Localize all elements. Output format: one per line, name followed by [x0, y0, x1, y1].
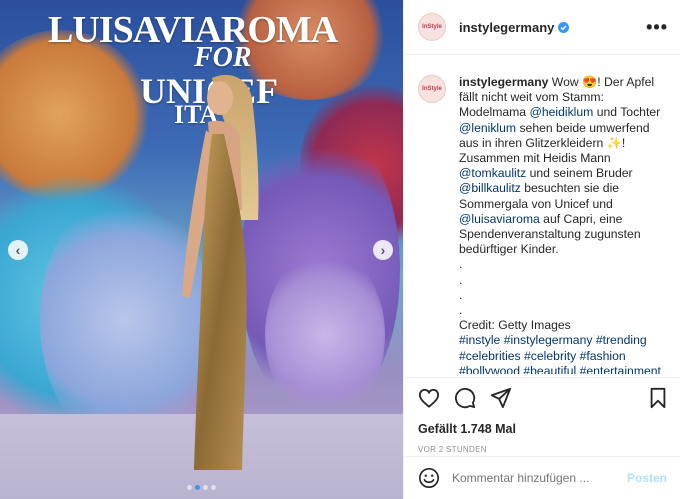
comment-input[interactable] [452, 471, 627, 485]
avatar-text: InStyle [422, 86, 442, 92]
caption-username[interactable]: instylegermany [459, 75, 548, 89]
more-options-icon[interactable]: ••• [646, 17, 668, 38]
bookmark-icon[interactable] [649, 387, 667, 409]
avatar[interactable]: InStyle [418, 13, 446, 41]
mention-billkaulitz[interactable]: @billkaulitz [459, 181, 521, 195]
carousel-dot [211, 485, 216, 490]
carousel-dot [195, 485, 200, 490]
caption-segment: und seinem Bruder [526, 166, 636, 181]
mention-heidiklum[interactable]: @heidiklum [529, 105, 593, 119]
comment-bar: Posten [404, 456, 680, 499]
post-comment-button[interactable]: Posten [627, 471, 667, 485]
caption-text: instylegermany Wow 😍! Der Apfel fällt ni… [459, 75, 667, 374]
action-icons [418, 386, 667, 410]
caption-segment: und Tochter [593, 105, 664, 120]
avatar-text: InStyle [422, 24, 442, 30]
comment-icon[interactable] [454, 387, 476, 409]
carousel-next-button[interactable]: › [373, 240, 393, 260]
post-side-panel: InStyle instylegermany ••• InStyle insty… [403, 0, 680, 499]
post-photo[interactable]: LUISAVIAROMA FOR UNICEF ITA ‹ › [0, 0, 403, 499]
username-link[interactable]: instylegermany [459, 20, 554, 35]
carousel-prev-button[interactable]: ‹ [8, 240, 28, 260]
verified-badge-icon [558, 21, 570, 33]
flower-wall-lavender-right [265, 250, 385, 420]
mention-luisaviaroma[interactable]: @luisaviaroma [459, 212, 540, 226]
share-icon[interactable] [490, 387, 512, 409]
hashtag-list[interactable]: #instyle #instylegermany #trending #cele… [459, 333, 661, 374]
carousel-dot [203, 485, 208, 490]
mention-tomkaulitz[interactable]: @tomkaulitz [459, 166, 526, 180]
carousel-dot [187, 485, 192, 490]
post-header: InStyle instylegermany ••• [404, 0, 680, 55]
emoji-icon[interactable] [418, 467, 440, 489]
person-figure [182, 74, 259, 470]
caption-segment: auf Capri, eine Spendenveranstaltung zug… [459, 211, 641, 333]
post-actions: Gefällt 1.748 Mal VOR 2 STUNDEN [404, 377, 680, 454]
heart-icon[interactable] [418, 388, 440, 408]
carousel-indicator [0, 485, 403, 490]
post-timestamp[interactable]: VOR 2 STUNDEN [418, 445, 667, 454]
mention-leniklum[interactable]: @leniklum [459, 121, 516, 135]
likes-count[interactable]: Gefällt 1.748 Mal [418, 422, 667, 436]
caption-avatar[interactable]: InStyle [418, 75, 446, 103]
caption-area: InStyle instylegermany Wow 😍! Der Apfel … [404, 60, 680, 374]
